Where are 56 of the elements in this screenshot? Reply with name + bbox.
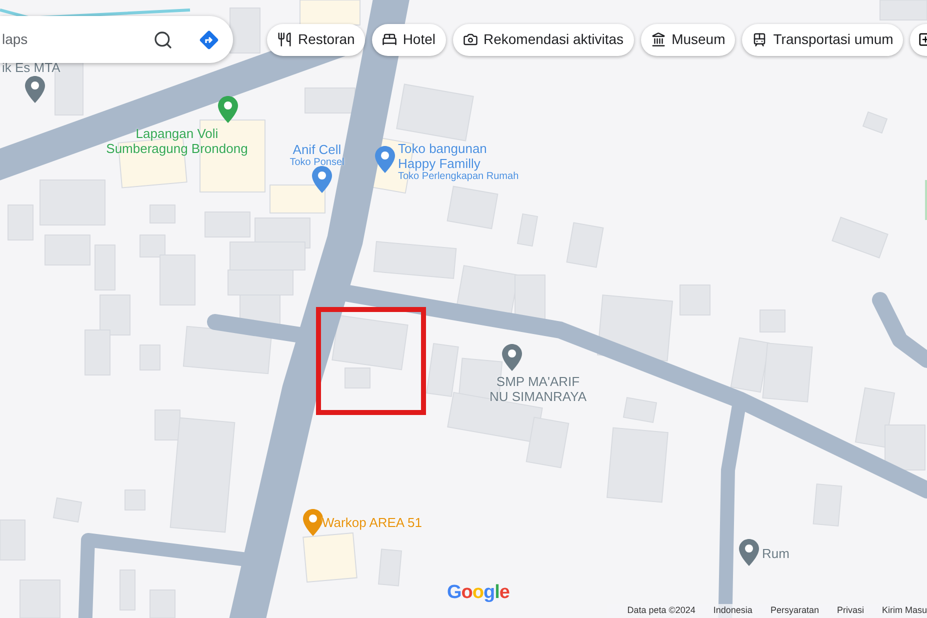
map-pin-icon[interactable] xyxy=(25,76,45,103)
building-shape xyxy=(880,0,927,20)
building-shape xyxy=(44,234,90,266)
map-pin-icon[interactable] xyxy=(218,96,238,123)
search-icon[interactable] xyxy=(153,30,173,50)
category-chip[interactable]: Restoran xyxy=(267,24,365,56)
building-shape xyxy=(150,204,176,224)
attribution-link[interactable]: Persyaratan xyxy=(770,604,819,618)
search-field[interactable]: laps xyxy=(0,16,233,63)
building-icon xyxy=(650,32,666,47)
map-pin-icon[interactable] xyxy=(502,344,522,371)
attribution-link[interactable]: Indonesia xyxy=(713,604,752,618)
category-chip[interactable]: Museum xyxy=(640,24,736,56)
category-chip[interactable]: Rekomendasi aktivitas xyxy=(452,24,634,56)
map-pin-icon[interactable] xyxy=(739,539,759,566)
building-shape xyxy=(8,204,34,240)
building-shape xyxy=(100,294,130,336)
building-shape xyxy=(762,342,813,402)
attribution-link[interactable]: Kirim Masu xyxy=(882,604,927,618)
map-pin-icon[interactable] xyxy=(303,509,323,536)
building-shape xyxy=(52,497,82,523)
train-icon xyxy=(752,32,768,47)
building-shape xyxy=(124,490,146,510)
building-shape xyxy=(140,344,160,370)
building-shape xyxy=(516,213,538,247)
building-shape xyxy=(884,424,926,470)
map-pin-icon[interactable] xyxy=(375,146,395,173)
place-category: Toko Perlengkapan Rumah xyxy=(398,171,519,183)
building-shape xyxy=(94,244,116,290)
building-shape xyxy=(270,184,326,214)
building-shape xyxy=(302,532,358,583)
camera-icon xyxy=(462,32,478,47)
cutlery-icon xyxy=(277,32,292,47)
building-shape xyxy=(204,212,250,238)
category-chip[interactable]: Transportasi umum xyxy=(742,24,904,56)
attribution-link[interactable]: Privasi xyxy=(836,604,864,618)
building-shape xyxy=(680,284,710,316)
map-pin-icon[interactable] xyxy=(312,166,332,193)
building-shape xyxy=(0,520,26,560)
place-label[interactable]: SMP MA'ARIF NU SIMANRAYA xyxy=(486,374,590,404)
building-shape xyxy=(300,0,360,26)
google-logo: Google xyxy=(447,581,510,605)
place-label[interactable]: Rum xyxy=(762,546,790,561)
building-shape xyxy=(40,180,106,226)
building-shape xyxy=(150,590,176,618)
building-shape xyxy=(120,570,136,610)
bed-icon xyxy=(382,32,397,47)
search-input[interactable]: laps xyxy=(0,29,153,50)
place-category: Toko Ponsel xyxy=(290,157,344,169)
building-shape xyxy=(812,483,842,527)
building-shape xyxy=(20,580,60,618)
building-shape xyxy=(760,310,786,332)
place-label[interactable]: ik Es MTA xyxy=(2,60,60,75)
building-shape xyxy=(230,8,260,54)
building-shape xyxy=(84,330,110,376)
building-shape xyxy=(304,88,356,114)
